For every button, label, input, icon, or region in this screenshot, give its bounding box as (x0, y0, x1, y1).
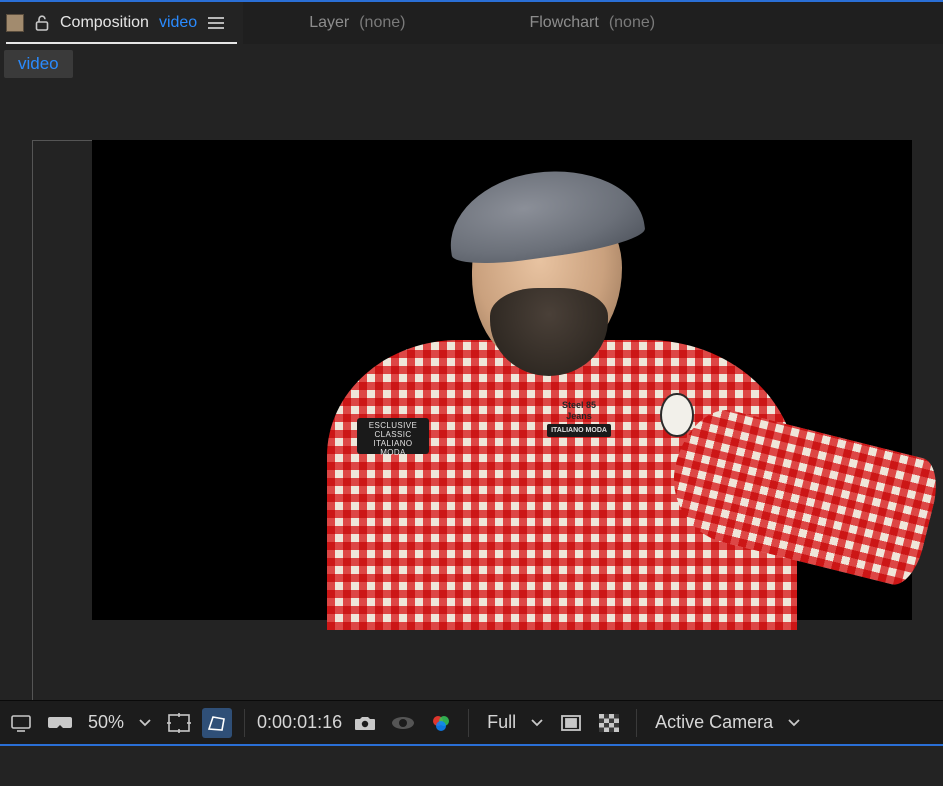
tab-flowchart[interactable]: Flowchart (none) (523, 2, 673, 44)
chevron-down-icon (134, 718, 156, 728)
composition-viewer[interactable]: ESCLUSIVE CLASSIC ITALIANO MODA Steel 85… (0, 84, 943, 700)
tab-flowchart-none: (none) (609, 14, 655, 32)
mask-visibility-icon[interactable] (202, 708, 232, 738)
composition-canvas[interactable]: ESCLUSIVE CLASSIC ITALIANO MODA Steel 85… (92, 140, 912, 620)
panel-footer-area (0, 746, 943, 786)
shirt-patch-left: ESCLUSIVE CLASSIC ITALIANO MODA (357, 418, 429, 454)
tab-layer-none: (none) (359, 14, 405, 32)
safe-zones-icon[interactable] (164, 708, 194, 738)
panel-tabstrip: Composition video Layer (none) Flowchart… (0, 0, 943, 44)
tab-layer-label: Layer (309, 14, 349, 32)
tab-flowchart-label: Flowchart (529, 14, 598, 32)
tab-layer[interactable]: Layer (none) (303, 2, 423, 44)
always-preview-icon[interactable] (6, 708, 36, 738)
toolbar-divider (636, 709, 637, 737)
breadcrumb-item[interactable]: video (4, 50, 73, 78)
footage-cutout: ESCLUSIVE CLASSIC ITALIANO MODA Steel 85… (242, 170, 922, 620)
resolution-dropdown[interactable]: Full (481, 712, 548, 733)
chevron-down-icon (783, 718, 805, 728)
transparency-grid-icon[interactable] (594, 708, 624, 738)
snapshot-icon[interactable] (350, 708, 380, 738)
tab-composition[interactable]: Composition video (0, 2, 243, 44)
shirt-arm-badge (660, 393, 694, 437)
zoom-value: 50% (82, 712, 130, 733)
tab-composition-label: Composition (60, 14, 149, 32)
chevron-down-icon (526, 718, 548, 728)
toolbar-divider (468, 709, 469, 737)
resolution-value: Full (481, 712, 522, 733)
shirt-patch-right: Steel 85 Jeans ITALIANO MODA (542, 400, 616, 456)
channels-icon[interactable] (426, 708, 456, 738)
toolbar-divider (244, 709, 245, 737)
panel-menu-icon[interactable] (207, 16, 225, 30)
camera-view-dropdown[interactable]: Active Camera (649, 712, 805, 733)
camera-view-value: Active Camera (649, 712, 779, 733)
zoom-dropdown[interactable]: 50% (82, 712, 156, 733)
region-of-interest-icon[interactable] (556, 708, 586, 738)
composition-breadcrumb-bar: video (0, 44, 943, 84)
current-timecode[interactable]: 0:00:01:16 (257, 712, 342, 733)
viewer-toolbar: 50% 0:00:01:16 (0, 700, 943, 746)
composition-swatch-icon (6, 14, 24, 32)
show-snapshot-icon[interactable] (388, 708, 418, 738)
tab-composition-name: video (159, 14, 197, 32)
unlock-icon[interactable] (34, 14, 50, 32)
vr-goggles-icon[interactable] (44, 708, 74, 738)
